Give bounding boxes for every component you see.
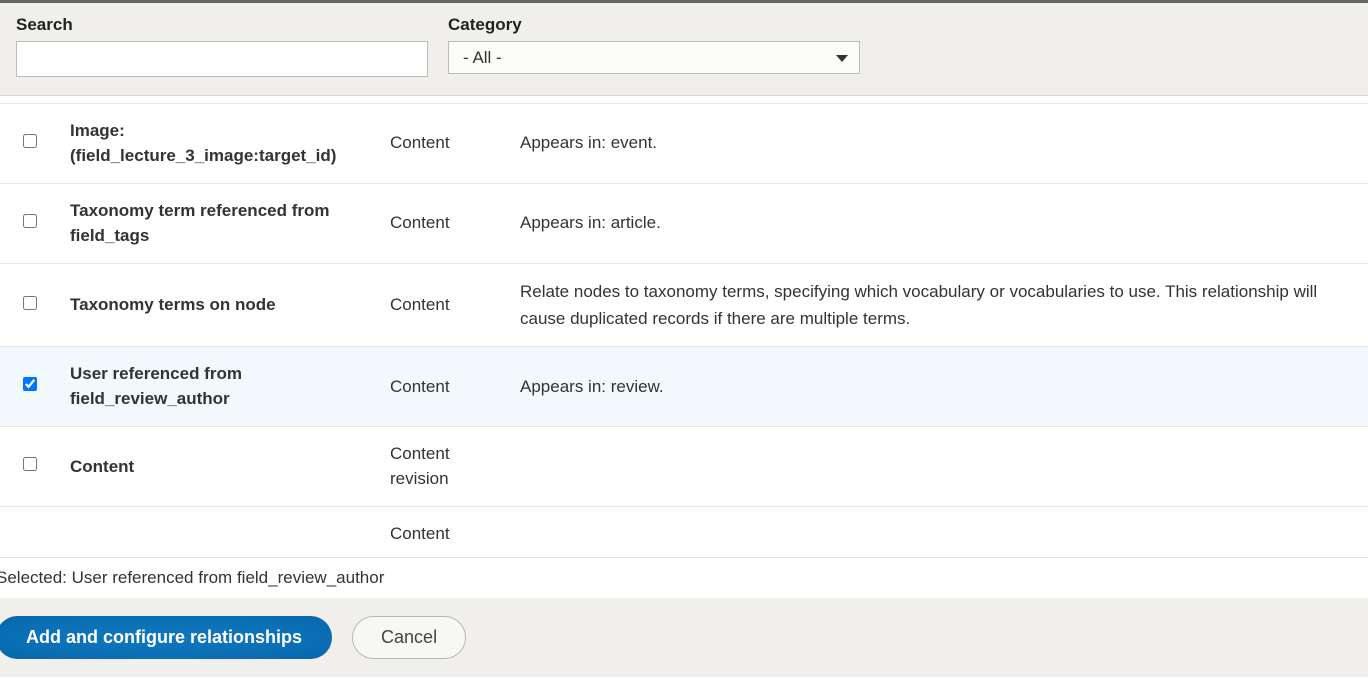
- relationships-table: (field_lecture_2_image:target_id)Image: …: [0, 96, 1368, 558]
- row-category: Content: [380, 506, 510, 558]
- row-description: [510, 506, 1368, 558]
- row-description: [510, 96, 1368, 103]
- row-category: Content: [380, 183, 510, 263]
- row-title: (field_lecture_2_image:target_id): [60, 96, 380, 103]
- row-title: [60, 506, 380, 558]
- results-scroll-area[interactable]: (field_lecture_2_image:target_id)Image: …: [0, 96, 1368, 558]
- row-title: Taxonomy terms on node: [60, 263, 380, 346]
- row-category: Content: [380, 103, 510, 183]
- row-checkbox[interactable]: [23, 377, 37, 391]
- row-description: Appears in: review.: [510, 346, 1368, 426]
- category-label: Category: [448, 15, 860, 35]
- row-category: Content revision: [380, 426, 510, 506]
- row-title: User referenced from field_review_author: [60, 346, 380, 426]
- add-configure-button[interactable]: Add and configure relationships: [0, 616, 332, 659]
- search-label: Search: [16, 15, 428, 35]
- table-row[interactable]: Taxonomy terms on nodeContentRelate node…: [0, 263, 1368, 346]
- row-category: [380, 96, 510, 103]
- table-row[interactable]: User referenced from field_review_author…: [0, 346, 1368, 426]
- table-row[interactable]: Taxonomy term referenced from field_tags…: [0, 183, 1368, 263]
- filter-bar: Search Category - All -: [0, 3, 1368, 96]
- table-row[interactable]: ContentContent revision: [0, 426, 1368, 506]
- action-bar: Add and configure relationships Cancel: [0, 598, 1368, 677]
- table-row[interactable]: (field_lecture_2_image:target_id): [0, 96, 1368, 103]
- row-description: Appears in: article.: [510, 183, 1368, 263]
- row-checkbox[interactable]: [23, 214, 37, 228]
- row-description: Appears in: event.: [510, 103, 1368, 183]
- table-row[interactable]: Image: (field_lecture_3_image:target_id)…: [0, 103, 1368, 183]
- row-checkbox[interactable]: [23, 296, 37, 310]
- table-row[interactable]: Content: [0, 506, 1368, 558]
- row-title: Image: (field_lecture_3_image:target_id): [60, 103, 380, 183]
- cancel-button[interactable]: Cancel: [352, 616, 466, 659]
- selected-status: Selected: User referenced from field_rev…: [0, 558, 1368, 598]
- row-checkbox[interactable]: [23, 457, 37, 471]
- category-filter-group: Category - All -: [448, 15, 860, 77]
- row-description: [510, 426, 1368, 506]
- row-checkbox[interactable]: [23, 134, 37, 148]
- row-category: Content: [380, 263, 510, 346]
- row-category: Content: [380, 346, 510, 426]
- search-input[interactable]: [16, 41, 428, 77]
- row-title: Content: [60, 426, 380, 506]
- search-filter-group: Search: [16, 15, 428, 77]
- category-select[interactable]: - All -: [448, 41, 860, 74]
- row-description: Relate nodes to taxonomy terms, specifyi…: [510, 263, 1368, 346]
- row-title: Taxonomy term referenced from field_tags: [60, 183, 380, 263]
